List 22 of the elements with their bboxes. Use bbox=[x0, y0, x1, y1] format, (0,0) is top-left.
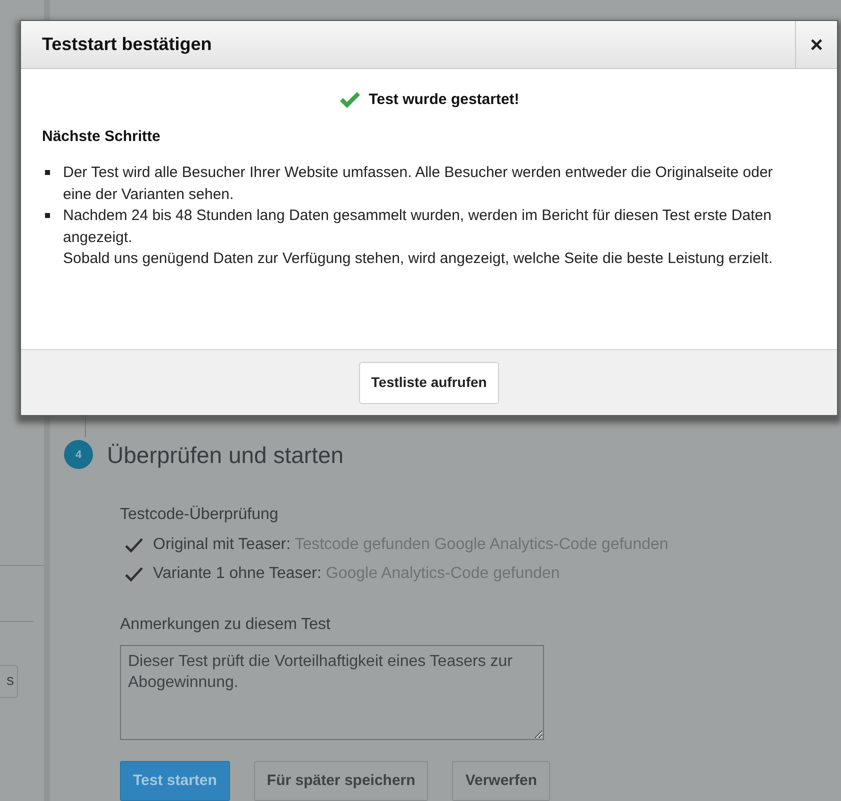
step-text: Nachdem 24 bis 48 Stunden lang Daten gesammelt wurden, werden im Bericht für diesen Test erste Daten angezeigt. bbox=[63, 206, 772, 248]
close-button[interactable]: × bbox=[795, 21, 837, 68]
action-button[interactable]: Verwerfen bbox=[452, 761, 550, 801]
action-button[interactable]: Test starten bbox=[120, 761, 230, 801]
section-title: Nächste Schritte bbox=[42, 126, 162, 146]
notes-label: Anmerkungen zu diesem Test bbox=[120, 615, 332, 635]
footer-button[interactable]: Testliste aufrufen bbox=[359, 362, 499, 404]
action-button[interactable]: Für später speichern bbox=[254, 761, 428, 801]
dialog-title: Teststart bestätigen bbox=[41, 33, 213, 56]
step-text: Der Test wird alle Besucher Ihrer Website umfassen. Alle Besucher werden entweder die Originalseite oder eine der Varianten sehen. bbox=[63, 163, 774, 204]
checkmark-icon bbox=[338, 91, 361, 110]
status-message: Test wurde gestartet! bbox=[368, 90, 520, 110]
step-note: Sobald uns genügend Daten zur Verfügung stehen, wird angezeigt, welche Seite die beste Leistung erzielt. bbox=[63, 249, 774, 269]
bullet-icon bbox=[45, 213, 50, 218]
notes-field[interactable]: Dieser Test prüft die Vorteilhaftigkeit eines Teasers zur Abogewinnung. bbox=[120, 645, 544, 740]
bullet-icon bbox=[45, 170, 50, 175]
section-title: Testcode-Überprüfung bbox=[120, 504, 280, 525]
sidebar-button[interactable]: s bbox=[0, 665, 18, 698]
checkmark-icon bbox=[124, 566, 144, 582]
step-title: Überprüfen und starten bbox=[107, 440, 344, 470]
step-number: 4 bbox=[64, 440, 93, 470]
checkmark-icon bbox=[124, 537, 144, 553]
